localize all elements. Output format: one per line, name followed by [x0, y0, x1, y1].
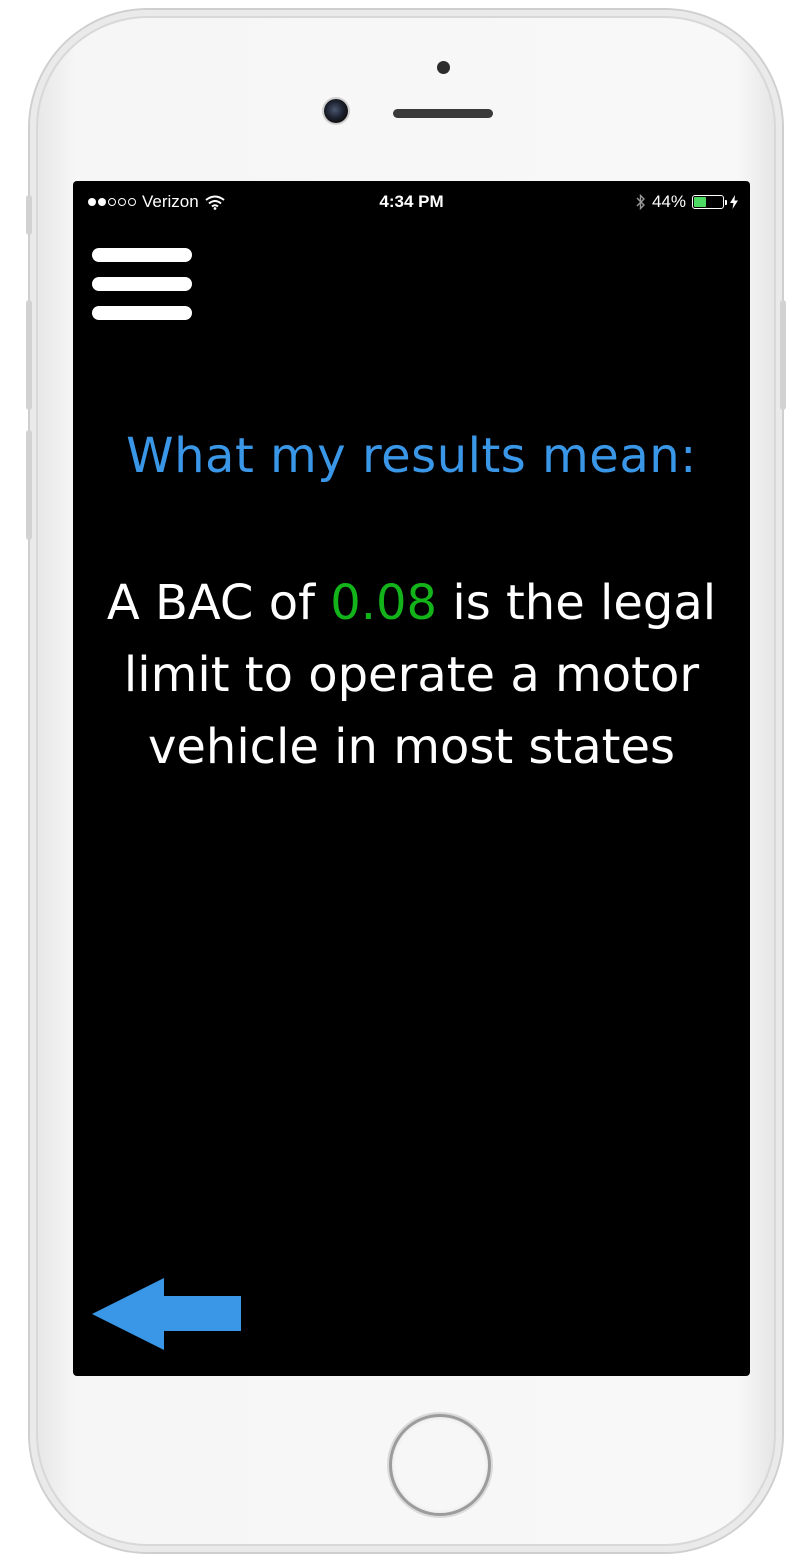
battery-level-fill	[694, 197, 706, 207]
message-prefix: A BAC of	[106, 575, 331, 631]
bac-explanation: A BAC of 0.08 is the legal limit to oper…	[83, 567, 740, 783]
bac-value: 0.08	[330, 575, 438, 631]
volume-up-button	[26, 300, 32, 410]
power-button	[780, 300, 786, 410]
charging-bolt-icon	[730, 195, 738, 209]
earpiece-speaker	[393, 109, 493, 118]
menu-button[interactable]	[92, 248, 192, 320]
bluetooth-icon	[636, 194, 645, 210]
page-heading: What my results mean:	[126, 428, 697, 484]
app-screen: Verizon 4:34 PM 44% What my results mean…	[73, 181, 750, 1376]
battery-icon	[692, 195, 727, 209]
proximity-sensor	[437, 61, 450, 74]
home-button[interactable]	[392, 1417, 488, 1513]
battery-percentage: 44%	[651, 192, 686, 211]
status-bar: Verizon 4:34 PM 44%	[73, 181, 750, 223]
left-arrow-icon	[92, 1278, 241, 1350]
status-right: 44%	[636, 192, 738, 212]
front-camera	[324, 99, 348, 123]
mute-switch	[26, 195, 32, 235]
back-button[interactable]	[92, 1278, 242, 1350]
volume-down-button	[26, 430, 32, 540]
